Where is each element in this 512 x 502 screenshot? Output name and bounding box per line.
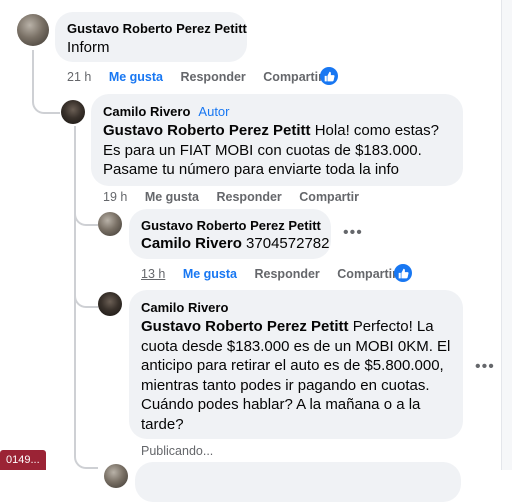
comment-text-block: Gustavo Roberto Perez Petitt Hola! como … (103, 121, 455, 180)
comment-time[interactable]: 21 h (67, 70, 91, 84)
thread-connector-3 (74, 280, 98, 308)
comment-time[interactable]: 13 h (141, 267, 165, 281)
like-button[interactable]: Me gusta (145, 190, 199, 204)
mention-link[interactable]: Camilo Rivero (141, 235, 242, 252)
avatar-gustavo[interactable] (17, 14, 49, 46)
comment-actions-1: 21 h Me gusta Responder Compartir (67, 70, 337, 84)
reply-button[interactable]: Responder (255, 267, 320, 281)
avatar-camilo[interactable] (61, 100, 85, 124)
comment-author[interactable]: Camilo Rivero (103, 104, 190, 119)
comment-bubble-3: Gustavo Roberto Perez Petitt Camilo Rive… (129, 209, 331, 259)
like-icon[interactable] (394, 264, 412, 282)
page-badge[interactable]: 0149... (0, 450, 46, 470)
like-icon[interactable] (320, 67, 338, 85)
comment-text: Inform (67, 39, 110, 56)
comment-text-block: Camilo Rivero 3704572782 (141, 234, 329, 254)
author-badge: Autor (198, 104, 230, 119)
comment-bubble-1: Gustavo Roberto Perez Petitt Inform (55, 12, 247, 62)
mention-link[interactable]: Gustavo Roberto Perez Petitt (103, 122, 311, 139)
reply-button[interactable]: Responder (181, 70, 246, 84)
comment-actions-2: 19 h Me gusta Responder Compartir (103, 190, 373, 204)
share-button[interactable]: Compartir (337, 267, 397, 281)
avatar-gustavo[interactable] (98, 212, 122, 236)
more-options-icon[interactable]: ••• (343, 224, 363, 242)
comment-author[interactable]: Gustavo Roberto Perez Petitt (67, 21, 247, 36)
thread-connector-4 (74, 445, 98, 469)
publishing-status: Publicando... (141, 444, 214, 458)
comment-actions-3: 13 h Me gusta Responder Compartir (141, 267, 411, 281)
comment-bubble-next (135, 462, 461, 502)
like-button[interactable]: Me gusta (109, 70, 163, 84)
thread-connector-2 (74, 200, 98, 226)
comment-bubble-2: Camilo Rivero Autor Gustavo Roberto Perez… (91, 94, 463, 186)
more-options-icon[interactable]: ••• (475, 358, 495, 376)
scrollbar[interactable] (501, 0, 512, 470)
comment-bubble-4: Camilo Rivero Gustavo Roberto Perez Peti… (129, 290, 463, 439)
avatar-camilo[interactable] (98, 292, 122, 316)
comment-status: Publicando... (141, 444, 227, 458)
share-button[interactable]: Compartir (263, 70, 323, 84)
reply-button[interactable]: Responder (217, 190, 282, 204)
comment-author[interactable]: Gustavo Roberto Perez Petitt (141, 218, 321, 233)
comment-text: Perfecto! La cuota desde $183.000 es de … (141, 318, 451, 433)
comment-time[interactable]: 19 h (103, 190, 127, 204)
share-button[interactable]: Compartir (299, 190, 359, 204)
like-button[interactable]: Me gusta (183, 267, 237, 281)
comment-header: Camilo Rivero Autor (103, 103, 230, 121)
avatar-next[interactable] (104, 464, 128, 488)
comment-text: 3704572782 (241, 235, 330, 252)
comment-author[interactable]: Camilo Rivero (141, 300, 228, 315)
thread-connector-1 (32, 90, 60, 114)
mention-link[interactable]: Gustavo Roberto Perez Petitt (141, 318, 349, 335)
comment-text-block: Gustavo Roberto Perez Petitt Perfecto! L… (141, 317, 453, 434)
